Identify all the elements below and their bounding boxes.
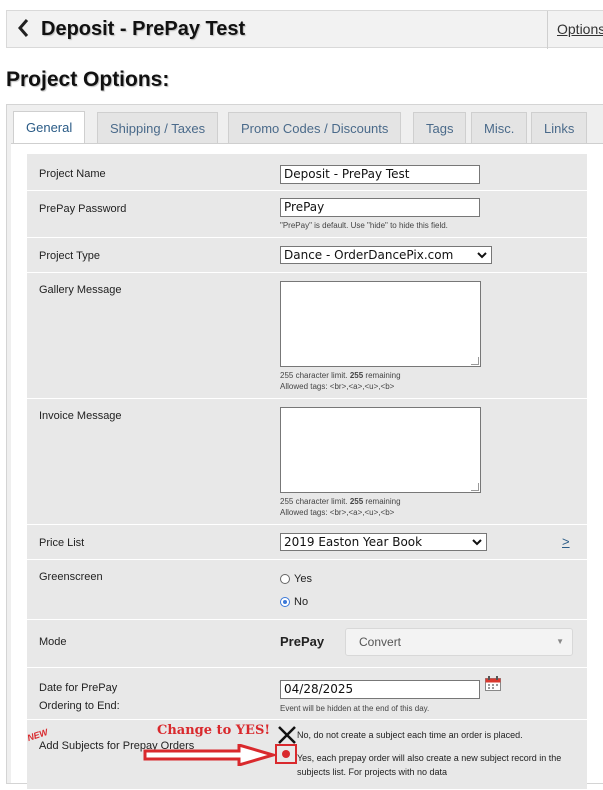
row-invoice-message: Invoice Message 255 character limit. 255…	[27, 399, 587, 525]
divider	[547, 11, 548, 49]
calendar-icon[interactable]	[485, 676, 501, 691]
project-name-input[interactable]: Deposit - PrePay Test	[280, 165, 480, 184]
greenscreen-no-option[interactable]: No	[280, 593, 308, 611]
greenscreen-no-label: No	[294, 595, 309, 608]
row-gallery-message: Gallery Message 255 character limit. 255…	[27, 273, 587, 399]
section-title: Project Options:	[6, 68, 170, 91]
annotation-text: Change to YES!	[157, 723, 271, 738]
remaining-count: 255	[349, 497, 364, 506]
mode-value: PrePay	[280, 634, 325, 649]
date-end-hint: Event will be hidden at the end of this …	[280, 704, 430, 713]
cross-mark-icon	[277, 726, 297, 744]
caret-down-icon: ▼	[556, 637, 564, 646]
invoice-message-label: Invoice Message	[39, 410, 122, 422]
resize-grip-icon[interactable]	[471, 357, 479, 365]
limit-text: 255 character limit.	[280, 497, 348, 506]
row-greenscreen: Greenscreen Yes No	[27, 560, 587, 620]
tab-general[interactable]: General	[13, 111, 86, 144]
date-end-label-line1: Date for PrePay	[39, 682, 118, 694]
greenscreen-label: Greenscreen	[39, 571, 103, 583]
row-prepay-password: PrePay Password PrePay "PrePay" is defau…	[27, 191, 587, 238]
invoice-message-tags: Allowed tags: <br>,<a>,<u>,<b>	[280, 508, 395, 517]
row-project-name: Project Name Deposit - PrePay Test	[27, 154, 587, 191]
add-subjects-yes-option[interactable]: Yes, each prepay order will also create …	[297, 751, 587, 779]
tab-promo-codes[interactable]: Promo Codes / Discounts	[228, 112, 402, 143]
convert-dropdown[interactable]: Convert ▼	[345, 628, 573, 656]
page-title: Deposit - PrePay Test	[41, 18, 246, 40]
row-project-type: Project Type Dance - OrderDancePix.com	[27, 238, 587, 273]
project-type-value: Dance - OrderDancePix.com	[284, 248, 454, 262]
prepay-password-input[interactable]: PrePay	[280, 198, 480, 217]
project-type-label: Project Type	[39, 250, 100, 262]
convert-label: Convert	[359, 635, 402, 649]
date-end-label: Date for PrePay Ordering to End:	[39, 679, 120, 715]
highlight-box	[275, 744, 297, 764]
limit-text: 255 character limit.	[280, 371, 348, 380]
date-end-label-line2: Ordering to End:	[39, 700, 120, 712]
project-type-select[interactable]: Dance - OrderDancePix.com	[280, 246, 492, 264]
arrow-right-icon	[143, 742, 279, 768]
tab-shipping-taxes[interactable]: Shipping / Taxes	[97, 112, 219, 143]
price-list-label: Price List	[39, 537, 85, 549]
price-list-value: 2019 Easton Year Book	[284, 535, 423, 549]
row-mode: Mode PrePay Convert ▼	[27, 620, 587, 668]
tab-links[interactable]: Links	[531, 112, 588, 143]
tab-content: Project Name Deposit - PrePay Test PrePa…	[11, 143, 603, 790]
add-subjects-no-option[interactable]: No, do not create a subject each time an…	[297, 730, 523, 740]
chevron-down-icon	[477, 247, 487, 269]
prepay-password-hint: "PrePay" is default. Use "hide" to hide …	[280, 221, 448, 230]
gallery-message-tags: Allowed tags: <br>,<a>,<u>,<b>	[280, 382, 395, 391]
radio-yes[interactable]	[280, 573, 290, 584]
gallery-message-textarea[interactable]	[280, 281, 481, 367]
radio-yes-filled[interactable]	[282, 750, 290, 758]
mode-label: Mode	[39, 636, 67, 648]
resize-grip-icon[interactable]	[471, 483, 479, 491]
remaining-text: remaining	[365, 497, 401, 506]
remaining-text: remaining	[365, 371, 401, 380]
invoice-message-textarea[interactable]	[280, 407, 481, 493]
prepay-password-label: PrePay Password	[39, 203, 127, 215]
date-end-input[interactable]: 04/28/2025	[280, 680, 480, 699]
options-link[interactable]: Options	[557, 21, 603, 37]
chevron-down-icon	[472, 534, 482, 556]
row-add-subjects: NEW Add Subjects for Prepay Orders No, d…	[26, 720, 587, 790]
project-name-label: Project Name	[39, 168, 106, 180]
row-date-end: Date for PrePay Ordering to End: 04/28/2…	[27, 668, 587, 720]
greenscreen-yes-label: Yes	[294, 572, 312, 585]
add-subjects-no-label: No, do not create a subject each time an…	[297, 730, 523, 740]
price-list-select[interactable]: 2019 Easton Year Book	[280, 533, 487, 551]
tab-tags[interactable]: Tags	[413, 112, 467, 143]
chevron-left-icon[interactable]	[13, 18, 33, 40]
gallery-message-label: Gallery Message	[39, 284, 122, 296]
tab-misc[interactable]: Misc.	[471, 112, 528, 143]
remaining-count: 255	[349, 371, 364, 380]
greenscreen-yes-option[interactable]: Yes	[280, 570, 312, 588]
row-price-list: Price List 2019 Easton Year Book >	[27, 525, 587, 560]
radio-no[interactable]	[280, 596, 290, 607]
top-bar: Deposit - PrePay Test Options	[6, 10, 603, 49]
add-subjects-yes-label: Yes, each prepay order will also create …	[297, 753, 562, 777]
price-list-link[interactable]: >	[562, 534, 570, 549]
project-options-panel: General Shipping / Taxes Promo Codes / D…	[6, 104, 603, 790]
